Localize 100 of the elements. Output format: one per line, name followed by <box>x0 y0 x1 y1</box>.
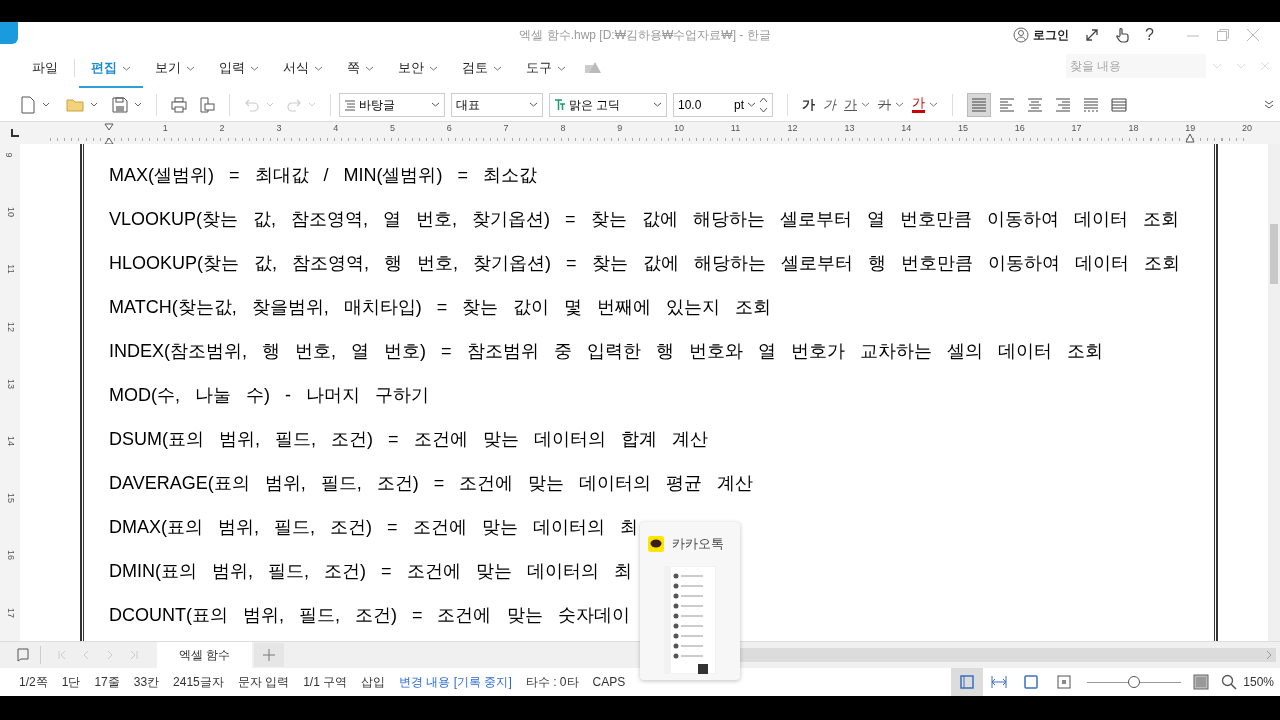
ruler-number: 13 <box>6 378 16 389</box>
zoom-level[interactable]: 150% <box>1243 673 1274 691</box>
undo-icon[interactable] <box>244 97 260 112</box>
char-format-button[interactable]: 가 <box>823 94 836 115</box>
menu-tab[interactable]: 파일 <box>20 48 70 88</box>
first-page-icon[interactable] <box>57 650 67 660</box>
zoom-slider-thumb[interactable] <box>1128 676 1141 688</box>
add-tab-button[interactable] <box>254 643 285 667</box>
app-logo-icon <box>0 22 18 44</box>
ruler-number: 9 <box>617 123 623 133</box>
align-justify-icon <box>971 96 987 113</box>
indent-marker-icon[interactable] <box>104 123 114 145</box>
status-text: 타수 : 0타 <box>525 674 579 691</box>
scroll-right-icon[interactable] <box>1266 650 1273 660</box>
chevron-down-icon <box>314 65 323 71</box>
ruler-number: 20 <box>1242 123 1252 133</box>
document-text-line: HLOOKUP(찾는 값, 참조영역, 행 번호, 찾기옵션) = 찾는 값에 해당하는 셀로부터 행 번호만큼 이동하여 데이터 조회 <box>109 252 1180 275</box>
save-icon[interactable] <box>112 96 128 113</box>
menu-tab[interactable]: 편집 <box>79 48 143 88</box>
status-text: 삽입 <box>361 674 386 691</box>
shapes-icon[interactable] <box>584 60 602 76</box>
full-page-icon <box>1023 674 1040 690</box>
status-text: 33칸 <box>133 674 160 691</box>
find-field[interactable]: 찾을 내용 <box>1066 54 1206 78</box>
zoom-slider[interactable] <box>1087 676 1182 688</box>
menu-tab[interactable]: 도구 <box>514 48 578 88</box>
ruler-number: 1 <box>162 123 168 133</box>
close-icon[interactable] <box>1246 28 1260 42</box>
chevron-down-icon[interactable] <box>90 102 98 107</box>
page-view-button[interactable] <box>951 668 984 696</box>
ruler-number: 17 <box>1071 123 1082 133</box>
ruler-number: 14 <box>6 436 16 446</box>
previous-page-icon[interactable] <box>81 650 91 660</box>
ruler-number: 19 <box>1185 123 1196 133</box>
char-format-button[interactable]: 가 <box>878 94 904 115</box>
close-icon[interactable] <box>1260 61 1270 71</box>
document-text-line: MATCH(찾는값, 찾을범위, 매치타입) = 찾는 값이 몇 번째에 있는지 조회 <box>109 296 772 319</box>
help-button[interactable]: ? <box>1145 23 1154 47</box>
status-text: 문자 입력 <box>237 674 290 691</box>
status-text: 1/2쪽 <box>19 674 48 691</box>
document-tab[interactable]: 엑셀 함수 <box>157 641 253 669</box>
chat-app-icon <box>648 535 664 552</box>
style-dropdown[interactable]: 바탕글 <box>339 92 445 117</box>
tab-type-icon[interactable] <box>10 128 20 138</box>
new-document-icon[interactable] <box>20 95 36 114</box>
ruler-number: 14 <box>901 123 912 133</box>
menu-tab[interactable]: 보안 <box>386 48 450 88</box>
menu-tab[interactable]: 쪽 <box>335 48 386 88</box>
align-divide-icon <box>1111 96 1127 113</box>
last-page-icon[interactable] <box>129 650 139 660</box>
ruler-number: 13 <box>844 123 855 133</box>
chevron-down-icon <box>431 102 440 107</box>
align-justify-button[interactable] <box>967 92 991 117</box>
document-text-line: INDEX(참조범위, 행 번호, 열 번호) = 참조범위 중 입력한 행 번호와 열 번호가 교차하는 셀의 데이터 조회 <box>109 340 1103 363</box>
chevron-down-icon <box>747 102 756 107</box>
taskbar-preview-tooltip[interactable]: 카카오톡 <box>640 522 740 680</box>
char-format-button[interactable]: 가 <box>802 94 815 115</box>
char-format-button[interactable]: 가 <box>844 94 870 115</box>
chevron-down-icon <box>122 65 131 71</box>
track-changes-link[interactable]: 변경 내용 [기록 중지] <box>399 673 512 691</box>
status-text: 1단 <box>61 674 81 691</box>
status-text: 1/1 구역 <box>303 674 348 691</box>
restore-icon[interactable] <box>1216 28 1230 42</box>
chevron-down-icon <box>529 102 538 107</box>
font-size-field[interactable]: 10.0 pt <box>673 92 773 117</box>
print-preview-icon[interactable] <box>199 96 215 113</box>
next-page-icon[interactable] <box>105 650 115 660</box>
scrollbar-thumb[interactable] <box>1270 224 1278 284</box>
search-icon[interactable] <box>1221 674 1238 690</box>
chevron-down-icon <box>365 65 374 71</box>
menu-tab[interactable]: 입력 <box>207 48 271 88</box>
full-page-icon[interactable] <box>1193 674 1210 690</box>
chevron-down-icon[interactable] <box>134 102 142 107</box>
font-dropdown[interactable]: 맑은 고딕 <box>549 92 667 117</box>
menu-tab[interactable]: 검토 <box>450 48 514 88</box>
ruler-number: 2 <box>219 123 225 133</box>
sidebar-icon[interactable] <box>16 648 30 662</box>
chevron-down-icon <box>186 65 195 71</box>
expand-icon[interactable] <box>1085 28 1100 42</box>
redo-icon[interactable] <box>286 97 302 112</box>
printer-icon[interactable] <box>171 96 187 113</box>
vertical-scrollbar[interactable] <box>1268 144 1280 641</box>
status-text: CAPS <box>592 674 626 691</box>
ruler-number: 11 <box>730 123 741 133</box>
document-text-line: DSUM(표의 범위, 필드, 조건) = 조건에 맞는 데이터의 합계 계산 <box>109 428 708 451</box>
login-button[interactable]: 로그인 <box>1013 26 1070 44</box>
status-text: 2415글자 <box>173 674 224 691</box>
language-dropdown[interactable]: 대표 <box>451 92 543 117</box>
menu-tab[interactable]: 서식 <box>271 48 335 88</box>
menu-tab[interactable]: 보기 <box>143 48 207 88</box>
spin-arrows-icon <box>759 95 768 114</box>
chevron-down-icon <box>861 102 870 107</box>
char-format-button[interactable]: 가 <box>912 96 938 113</box>
fit-page-icon[interactable] <box>1057 675 1072 689</box>
double-chevron-down-icon[interactable] <box>1264 99 1274 110</box>
chevron-down-icon[interactable] <box>42 102 50 107</box>
chevron-down-icon <box>929 102 938 107</box>
document-text-line: MOD(수, 나눌 수) - 나머지 구하기 <box>109 384 429 407</box>
folder-icon[interactable] <box>66 96 84 113</box>
align-right-icon <box>1055 96 1071 113</box>
